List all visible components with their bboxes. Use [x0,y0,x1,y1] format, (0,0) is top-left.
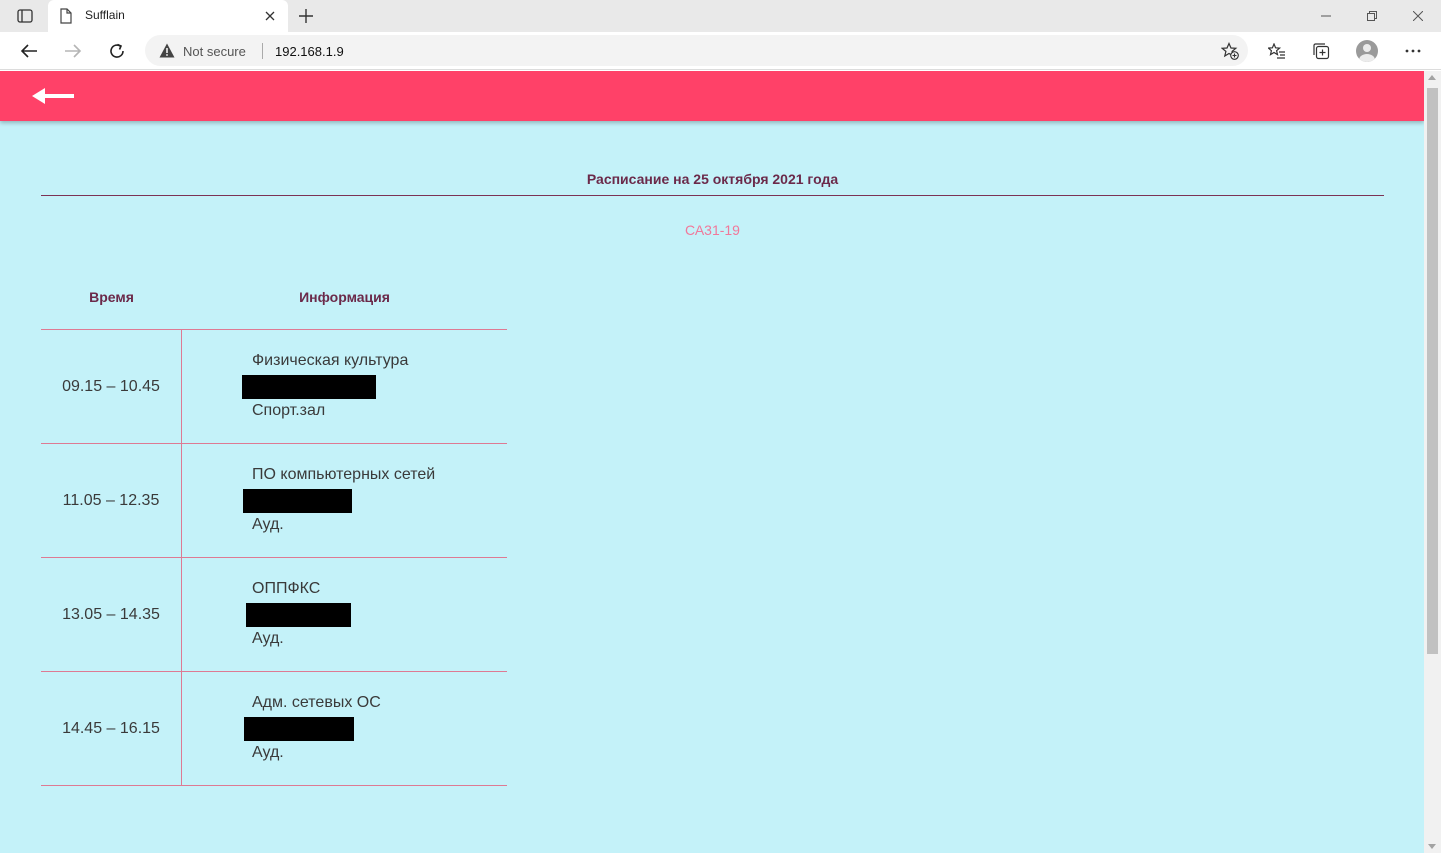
page-viewport: Расписание на 25 октября 2021 года СА31-… [0,71,1424,853]
lesson-time: 09.15 – 10.45 [41,330,182,443]
security-label[interactable]: Not secure [183,44,246,59]
refresh-button[interactable] [102,36,132,66]
avatar [1356,40,1378,62]
page-icon [60,8,72,24]
arrow-left-icon [20,44,37,58]
column-header-info: Информация [299,289,390,305]
plus-icon [299,9,313,23]
minimize-button[interactable] [1303,0,1349,32]
lesson-subject: Физическая культура [252,352,409,369]
column-header-time: Время [89,289,134,305]
tab-actions-icon [17,9,33,23]
lesson-time: 11.05 – 12.35 [41,444,182,557]
url-box[interactable]: Not secure 192.168.1.9 [145,35,1248,66]
window-close-button[interactable] [1395,0,1441,32]
lesson-subject: Адм. сетевых ОС [252,694,381,711]
url-text[interactable]: 192.168.1.9 [275,44,344,59]
refresh-icon [110,43,124,58]
star-add-icon [1221,42,1239,60]
vertical-scrollbar[interactable] [1424,71,1441,853]
collections-button[interactable] [1306,36,1336,66]
table-row: 11.05 – 12.35 ПО компьютерных сетей Ауд. [41,444,507,558]
close-icon [1413,11,1423,21]
warning-icon [159,43,175,58]
minimize-icon [1321,15,1331,17]
lesson-room: Ауд. [252,630,284,647]
back-arrow-icon[interactable] [28,81,78,111]
title-divider [41,195,1384,196]
table-header: Время Информация [41,281,507,330]
page-title: Расписание на 25 октября 2021 года [586,171,839,187]
settings-menu-button[interactable] [1398,36,1428,66]
schedule-table: Время Информация 09.15 – 10.45 Физическа… [41,281,507,786]
lesson-room: Ауд. [252,744,284,761]
tab-actions-button[interactable] [10,4,40,28]
lesson-room: Спорт.зал [252,402,326,419]
table-row: 13.05 – 14.35 ОППФКС Ауд. [41,558,507,672]
restore-icon [1367,11,1377,21]
url-separator [262,43,263,59]
collections-icon [1313,43,1330,60]
scroll-down-arrow-icon[interactable] [1428,844,1436,849]
group-name: СА31-19 [685,222,740,238]
back-button[interactable] [14,36,44,66]
scroll-up-arrow-icon[interactable] [1428,75,1436,80]
close-icon [265,11,275,21]
lesson-room: Ауд. [252,516,284,533]
browser-tab[interactable]: Sufflain [48,0,288,32]
arrow-right-icon [65,44,82,58]
more-icon [1405,49,1421,53]
app-header [0,71,1424,121]
tab-title: Sufflain [85,8,125,22]
lesson-subject: ПО компьютерных сетей [252,466,436,483]
lesson-time: 13.05 – 14.35 [41,558,182,671]
table-row: 14.45 – 16.15 Адм. сетевых ОС Ауд. [41,672,507,786]
redacted-block [243,489,352,513]
redacted-block [244,717,354,741]
forward-button[interactable] [58,36,88,66]
lesson-subject: ОППФКС [252,580,321,597]
favorites-icon [1268,43,1285,59]
add-favorite-button[interactable] [1220,41,1240,61]
tab-close-button[interactable] [260,6,280,26]
redacted-block [242,375,376,399]
table-row: 09.15 – 10.45 Физическая культура Спорт.… [41,330,507,444]
lesson-time: 14.45 – 16.15 [41,672,182,785]
scrollbar-thumb[interactable] [1427,88,1438,654]
restore-button[interactable] [1349,0,1395,32]
favorites-button[interactable] [1262,36,1292,66]
profile-button[interactable] [1352,36,1382,66]
tab-strip: Sufflain [0,0,1441,32]
new-tab-button[interactable] [292,4,320,28]
address-bar: Not secure 192.168.1.9 [0,32,1441,70]
redacted-block [246,603,351,627]
